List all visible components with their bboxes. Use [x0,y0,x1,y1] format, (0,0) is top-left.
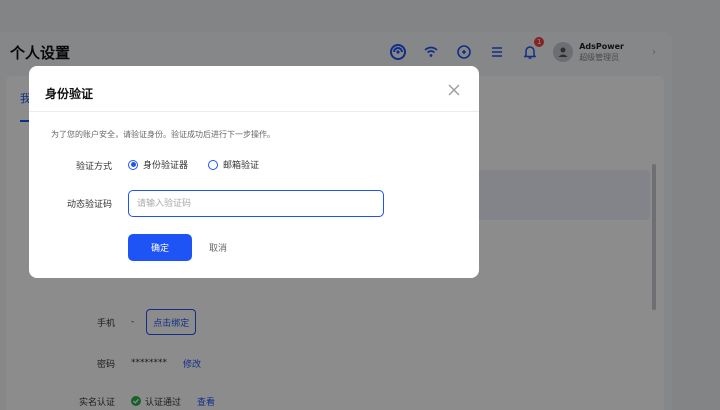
cancel-button[interactable]: 取消 [209,241,227,254]
close-icon[interactable] [447,83,461,97]
dialog-divider [29,111,479,112]
code-label: 动态验证码 [66,200,112,210]
dialog-title: 身份验证 [45,87,94,101]
radio-email-dot[interactable] [208,159,219,170]
radio-email-label: 邮箱验证 [223,161,260,171]
identity-verification-dialog: 身份验证 为了您的账户安全，请验证身份。验证成功后进行下一步操作。 验证方式 身… [29,66,479,278]
confirm-button[interactable]: 确定 [128,234,192,261]
method-label: 验证方式 [75,162,112,172]
radio-authenticator[interactable]: 身份验证器 [128,158,188,171]
radio-authenticator-label: 身份验证器 [143,161,189,171]
dialog-hint: 为了您的账户安全，请验证身份。验证成功后进行下一步操作。 [51,130,275,139]
radio-email[interactable]: 邮箱验证 [208,158,259,171]
verification-code-input[interactable] [128,190,384,217]
radio-authenticator-dot[interactable] [128,159,138,170]
method-radio-group: 身份验证器 邮箱验证 [128,158,279,171]
